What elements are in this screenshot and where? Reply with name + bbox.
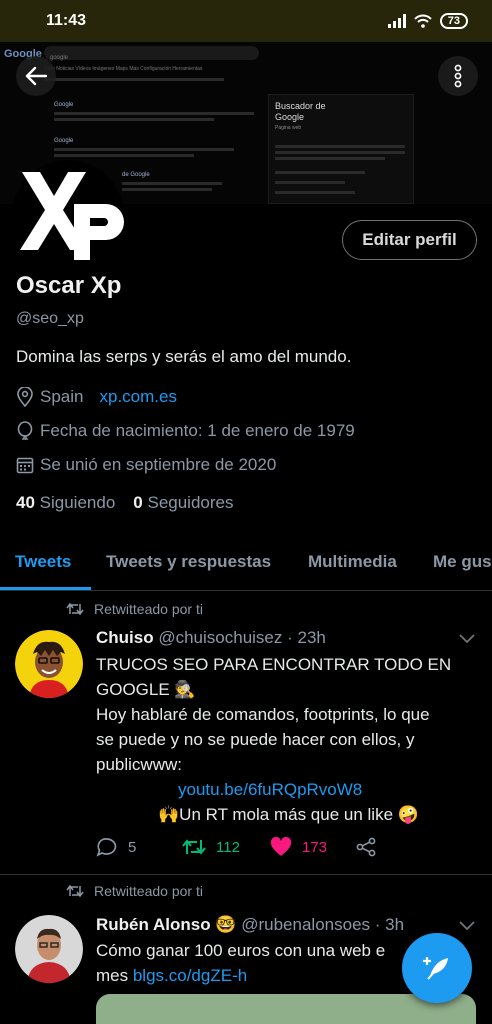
banner-tabs: Todo Noticias Vídeos Imágenes Maps Más C… [44, 66, 203, 72]
banner-result-title: de Google [122, 172, 150, 178]
tweet-author-avatar[interactable] [15, 915, 83, 983]
share-button[interactable] [356, 837, 376, 857]
compose-tweet-button[interactable] [402, 933, 472, 1003]
retweet-icon [182, 839, 206, 855]
active-tab-indicator [0, 587, 91, 590]
tweet[interactable]: Retwitteado por ti Chuiso @chuisochuisez… [0, 592, 492, 874]
banner-knowledge-panel: Buscador de Google Página web [268, 94, 414, 204]
chevron-down-icon[interactable] [458, 632, 476, 644]
profile-bio: Domina las serps y serás el amo del mund… [16, 347, 352, 366]
edit-profile-button[interactable]: Editar perfil [342, 220, 477, 260]
tweet-author-name[interactable]: Chuiso [96, 628, 154, 647]
heart-icon [270, 837, 292, 856]
profile-handle: @seo_xp [16, 310, 84, 327]
battery-indicator: 73 [439, 13, 468, 29]
tweet-link[interactable]: youtu.be/6fuRQpRvoW8 [178, 780, 362, 799]
tweet-link[interactable]: blgs.co/dgZE-h [133, 966, 247, 985]
compose-feather-icon [423, 957, 448, 980]
profile-location-row: Spain xp.com.es [16, 387, 177, 407]
followers-stat[interactable]: 0 Seguidores [133, 493, 233, 513]
location-pin-icon [17, 387, 33, 407]
profile-avatar[interactable] [12, 160, 124, 272]
reply-icon [96, 838, 117, 857]
tab-tweets[interactable]: Tweets [15, 552, 71, 572]
tab-media[interactable]: Multimedia [308, 552, 397, 572]
wifi-icon [414, 14, 432, 28]
retweet-icon [66, 884, 84, 898]
more-options-button[interactable] [438, 56, 478, 96]
reply-button[interactable]: 5 [96, 837, 182, 857]
profile-birthdate-row: Fecha de nacimiento: 1 de enero de 1979 [16, 421, 355, 441]
xp-logo-icon [20, 172, 124, 260]
follow-stats: 40 Siguiendo 0 Seguidores [16, 493, 234, 513]
retweet-icon [66, 602, 84, 616]
profile-location: Spain [40, 387, 84, 406]
profile-birthdate: Fecha de nacimiento: 1 de enero de 1979 [40, 421, 355, 440]
signal-icon [387, 14, 406, 28]
tweet-meta: @chuisochuisez · 23h [158, 628, 326, 647]
profile-joined-row: Se unió en septiembre de 2020 [16, 455, 276, 475]
more-vertical-icon [454, 64, 462, 88]
profile-tabs: Tweets Tweets y respuestas Multimedia Me… [0, 540, 492, 591]
tab-likes[interactable]: Me gus [433, 552, 492, 572]
like-button[interactable]: 173 [270, 837, 356, 857]
tweet-text: TRUCOS SEO PARA ENCONTRAR TODO EN GOOGLE… [96, 655, 452, 824]
calendar-icon [16, 457, 34, 474]
status-time: 11:43 [46, 12, 87, 29]
tweet-header: Rubén Alonso 🤓 @rubenalonsoes · 3h [96, 915, 405, 934]
tab-tweets-replies[interactable]: Tweets y respuestas [106, 552, 271, 572]
retweet-indicator: Retwitteado por ti [66, 601, 203, 617]
tweet-meta: @rubenalonsoes · 3h [241, 915, 405, 934]
tweet-actions: 5 112 173 [96, 837, 376, 857]
tweet-author-name[interactable]: Rubén Alonso [96, 915, 211, 934]
banner-result-title: Google [54, 102, 74, 108]
share-icon [356, 837, 376, 857]
profile-website-link[interactable]: xp.com.es [99, 387, 176, 407]
retweet-button[interactable]: 112 [182, 838, 270, 856]
profile-joined: Se unió en septiembre de 2020 [40, 455, 277, 474]
balloon-icon [17, 421, 33, 440]
status-bar: 11:43 73 [0, 0, 492, 42]
back-button[interactable] [16, 56, 56, 96]
banner-searchbar: google [44, 46, 259, 61]
profile-name: Oscar Xp [16, 272, 122, 299]
retweet-indicator: Retwitteado por ti [66, 883, 203, 899]
chevron-down-icon[interactable] [458, 919, 476, 931]
tweet-header: Chuiso @chuisochuisez · 23h [96, 628, 326, 648]
arrow-left-icon [25, 66, 47, 86]
banner-result-title: Google [54, 138, 74, 144]
following-stat[interactable]: 40 Siguiendo [16, 493, 115, 513]
tweet-author-avatar[interactable] [15, 630, 83, 698]
